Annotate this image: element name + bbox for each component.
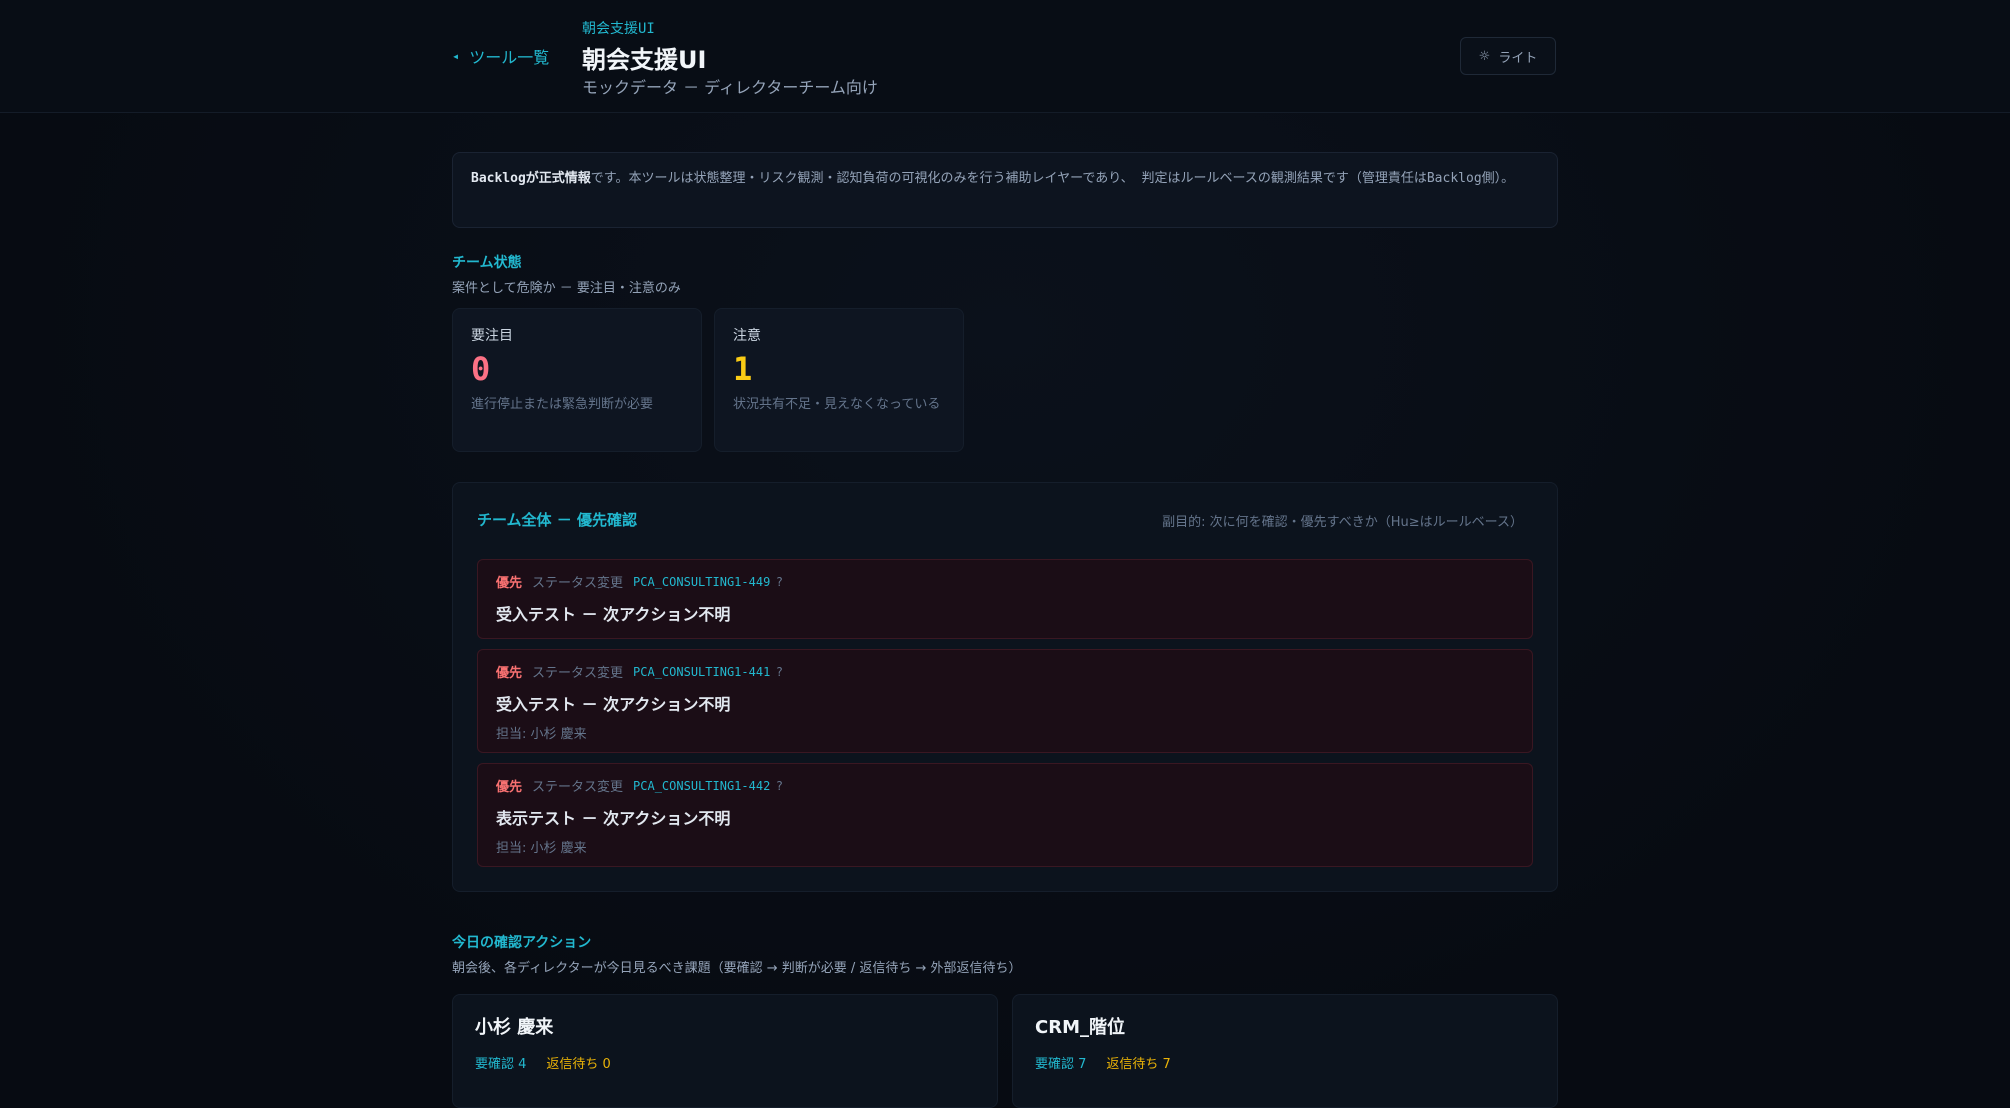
sun-icon: ☼	[1478, 48, 1491, 64]
issue-key-link[interactable]: PCA_CONSULTING1-442	[633, 779, 770, 793]
director-card[interactable]: CRM_階位 要確認 7 返信待ち 7	[1012, 994, 1558, 1108]
stat-value: 1	[733, 350, 753, 388]
team-status-heading: チーム状態	[452, 255, 522, 271]
back-link-label: ツール一覧	[469, 48, 550, 67]
stat-card-caution[interactable]: 注意 1 状況共有不足・見えなくなっている	[714, 308, 964, 452]
priority-panel-title: チーム全体 － 優先確認	[477, 511, 637, 529]
item-meta: 優先 ステータス変更 PCA_CONSULTING1-442 ?	[496, 776, 1514, 796]
stat-card-attention[interactable]: 要注目 0 進行停止または緊急判断が必要	[452, 308, 702, 452]
check-count: 要確認 4	[475, 1057, 527, 1072]
stat-note: 状況共有不足・見えなくなっている	[733, 397, 941, 412]
wait-count: 返信待ち 0	[546, 1057, 611, 1072]
item-assignee: 担当: 小杉 慶来	[496, 727, 587, 742]
priority-tag: 優先	[496, 576, 523, 591]
check-count: 要確認 7	[1035, 1057, 1087, 1072]
help-icon[interactable]: ?	[776, 779, 782, 793]
priority-item[interactable]: 優先 ステータス変更 PCA_CONSULTING1-441 ? 受入テスト －…	[477, 649, 1533, 753]
item-type: ステータス変更	[532, 576, 624, 591]
page-title: 朝会支援UI	[582, 46, 707, 74]
notice-text: です。本ツールは状態整理・リスク観測・認知負荷の可視化のみを行う補助レイヤーであ…	[590, 171, 1515, 186]
theme-toggle-button[interactable]: ☼ ライト	[1460, 37, 1556, 75]
director-name: CRM_階位	[1035, 1017, 1125, 1038]
priority-item[interactable]: 優先 ステータス変更 PCA_CONSULTING1-449 ? 受入テスト －…	[477, 559, 1533, 639]
director-counts: 要確認 4 返信待ち 0	[475, 1053, 975, 1072]
priority-tag: 優先	[496, 780, 523, 795]
priority-panel-note: 副目的: 次に何を確認・優先すべきか（Hu≥はルールベース）	[1162, 515, 1523, 530]
page: ◂ ツール一覧 朝会支援UI 朝会支援UI モックデータ － ディレクターチーム…	[0, 0, 2010, 1108]
director-card[interactable]: 小杉 慶来 要確認 4 返信待ち 0	[452, 994, 998, 1108]
item-title: 受入テスト － 次アクション不明	[496, 605, 731, 624]
item-assignee: 担当: 小杉 慶来	[496, 841, 587, 856]
notice-bold: Backlogが正式情報	[471, 171, 591, 186]
wait-count: 返信待ち 7	[1106, 1057, 1171, 1072]
item-type: ステータス変更	[532, 666, 624, 681]
item-title: 受入テスト － 次アクション不明	[496, 695, 731, 714]
stat-note: 進行停止または緊急判断が必要	[471, 397, 654, 412]
stat-value: 0	[471, 350, 491, 388]
item-type: ステータス変更	[532, 780, 624, 795]
team-status-desc: 案件として危険か － 要注目・注意のみ	[452, 281, 681, 296]
director-name: 小杉 慶来	[475, 1017, 554, 1038]
back-to-tools-link[interactable]: ◂ ツール一覧	[452, 44, 549, 68]
priority-panel: チーム全体 － 優先確認 副目的: 次に何を確認・優先すべきか（Hu≥はルールベ…	[452, 482, 1558, 892]
issue-key-link[interactable]: PCA_CONSULTING1-441	[633, 665, 770, 679]
help-icon[interactable]: ?	[776, 575, 782, 589]
stat-label: 注意	[733, 328, 761, 344]
help-icon[interactable]: ?	[776, 665, 782, 679]
today-actions-heading: 今日の確認アクション	[452, 935, 592, 951]
today-actions-desc: 朝会後、各ディレクターが今日見るべき課題（要確認 → 判断が必要 / 返信待ち …	[452, 961, 1022, 976]
page-eyebrow: 朝会支援UI	[582, 21, 655, 37]
priority-tag: 優先	[496, 666, 523, 681]
stat-label: 要注目	[471, 328, 513, 344]
info-notice: Backlogが正式情報です。本ツールは状態整理・リスク観測・認知負荷の可視化の…	[452, 152, 1558, 228]
theme-toggle-label: ライト	[1498, 50, 1538, 66]
priority-item[interactable]: 優先 ステータス変更 PCA_CONSULTING1-442 ? 表示テスト －…	[477, 763, 1533, 867]
page-subtitle: モックデータ － ディレクターチーム向け	[582, 78, 878, 97]
director-counts: 要確認 7 返信待ち 7	[1035, 1053, 1535, 1072]
chevron-left-icon: ◂	[452, 49, 460, 63]
item-title: 表示テスト － 次アクション不明	[496, 809, 731, 828]
item-meta: 優先 ステータス変更 PCA_CONSULTING1-449 ?	[496, 572, 1514, 592]
issue-key-link[interactable]: PCA_CONSULTING1-449	[633, 575, 770, 589]
item-meta: 優先 ステータス変更 PCA_CONSULTING1-441 ?	[496, 662, 1514, 682]
app-header: ◂ ツール一覧 朝会支援UI 朝会支援UI モックデータ － ディレクターチーム…	[0, 0, 2010, 113]
